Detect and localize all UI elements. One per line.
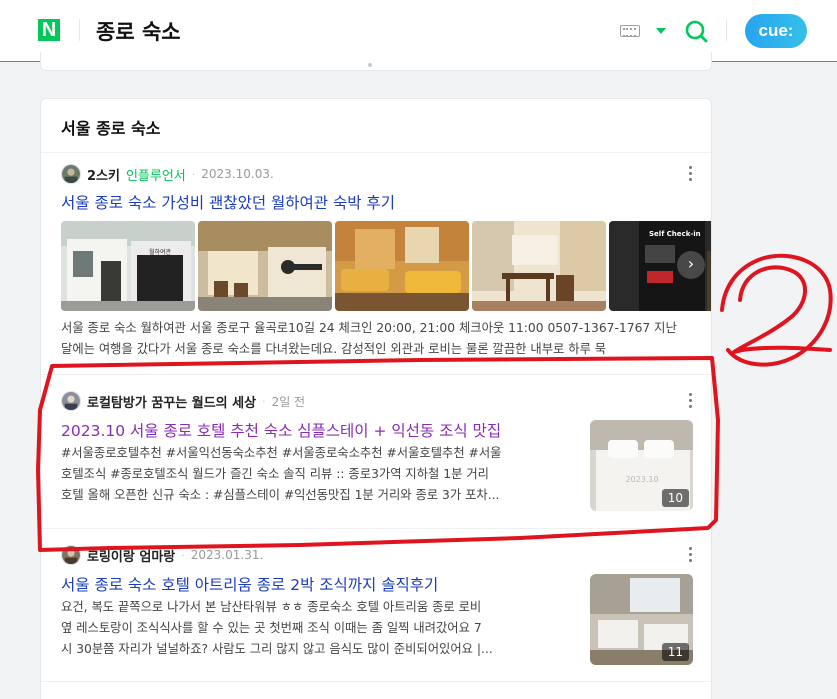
author-name[interactable]: 2스키 [87, 165, 120, 184]
post-date: 2023.10.03. [201, 167, 274, 181]
collapse-handle[interactable] [368, 63, 372, 67]
more-options-icon[interactable] [689, 547, 693, 563]
post-date: 2023.01.31. [190, 548, 264, 562]
result-item: 로컬탐방가 꿈꾸는 월드의 세상 · 2일 전 2023.10 서울 종로 호텔… [61, 391, 693, 541]
avatar[interactable] [61, 545, 81, 565]
avatar[interactable] [61, 391, 81, 411]
result-description[interactable]: #서울종로호텔추천 #서울익선동숙소추천 #서울종로숙소추천 #서울호텔추천 #… [61, 443, 543, 506]
photo-count: 10 [661, 489, 689, 507]
author-name[interactable]: 로컬탐방가 꿈꾸는 월드의 세상 [87, 392, 256, 411]
desc-line: 호텔조식 #종로호텔조식 월드가 즐긴 숙소 솔직 리뷰 :: 종로3가역 지하… [61, 467, 489, 481]
desc-line: 달에는 여행을 갔다가 서울 종로 숙소를 다녀왔는데요. 감성적인 외관과 로… [61, 342, 607, 356]
result-title[interactable]: 서울 종로 숙소 가성비 괜찮았던 월하여관 숙박 후기 [61, 191, 395, 213]
desc-line: 서울 종로 숙소 월하여관 서울 종로구 율곡로10길 24 체크인 20:00… [61, 321, 677, 335]
more-options-icon[interactable] [689, 166, 693, 182]
divider [41, 528, 711, 529]
desc-line: #서울종로호텔추천 #서울익선동숙소추천 #서울종로숙소추천 #서울호텔추천 #… [61, 446, 502, 460]
watermark: 2023.10 [625, 475, 658, 484]
result-description[interactable]: 요건, 복도 끝쪽으로 나가서 본 남산타워뷰 ㅎㅎ 종로숙소 호텔 아트리움 … [61, 597, 543, 660]
divider [41, 374, 711, 375]
image-carousel[interactable]: 월하여관 Self Check-in [61, 221, 711, 311]
photo-thumbnail[interactable] [472, 221, 606, 311]
result-description[interactable]: 서울 종로 숙소 월하여관 서울 종로구 율곡로10길 24 체크인 20:00… [61, 318, 693, 360]
cue-button[interactable]: cue: [745, 14, 807, 48]
desc-line: 옆 레스토랑이 조식식사를 할 수 있는 곳 첫번째 조식 이때는 좀 일찍 내… [61, 621, 482, 635]
author-row: 2스키 인플루언서 · 2023.10.03. [61, 164, 274, 184]
result-desc-wrap: 서울 종로 숙소 월하여관 서울 종로구 율곡로10길 24 체크인 20:00… [61, 318, 693, 363]
keyboard-icon[interactable] [620, 25, 640, 37]
header-divider [79, 19, 80, 41]
annotation-circle [720, 253, 833, 367]
author-row: 로링이랑 엄마랑 · 2023.01.31. [61, 545, 263, 565]
search-icon[interactable] [684, 19, 708, 43]
post-thumbnail[interactable]: 11 [590, 574, 693, 665]
post-date: 2일 전 [271, 394, 306, 409]
divider [41, 152, 711, 153]
section-title: 서울 종로 숙소 [61, 119, 161, 138]
header-divider [726, 19, 727, 41]
photo-count: 11 [661, 643, 689, 661]
caret-down-icon[interactable] [656, 28, 666, 34]
desc-line: 요건, 복도 끝쪽으로 나가서 본 남산타워뷰 ㅎㅎ 종로숙소 호텔 아트리움 … [61, 600, 482, 614]
next-arrow-button[interactable]: › [677, 251, 705, 279]
post-thumbnail[interactable]: 2023.10 10 [590, 420, 693, 511]
previous-card [40, 52, 712, 71]
photo-thumbnail[interactable]: 월하여관 [61, 221, 195, 311]
blog-results-card: 서울 종로 숙소 2스키 인플루언서 · 2023.10.03. 서울 종로 숙… [40, 98, 712, 699]
separator-dot: · [191, 167, 196, 181]
separator-dot: · [181, 548, 185, 562]
author-row: 로컬탐방가 꿈꾸는 월드의 세상 · 2일 전 [61, 391, 305, 411]
sign-text: 월하여관 [149, 248, 172, 256]
photo-thumbnail[interactable] [335, 221, 469, 311]
result-title[interactable]: 2023.10 서울 종로 호텔 추천 숙소 심플스테이 + 익선동 조식 맛집 [61, 419, 501, 441]
desc-line: 호텔 올해 오픈한 신규 숙소 : #심플스테이 #익선동맛집 1분 거리와 종… [61, 488, 500, 502]
separator-dot: · [262, 394, 266, 408]
author-name[interactable]: 로링이랑 엄마랑 [87, 546, 175, 565]
more-options-icon[interactable] [689, 393, 693, 409]
result-title[interactable]: 서울 종로 숙소 호텔 아트리움 종로 2박 조식까지 솔직후기 [61, 573, 438, 595]
divider [41, 681, 711, 682]
annotation-mark-2 [732, 265, 832, 354]
search-query[interactable]: 종로 숙소 [96, 16, 181, 46]
influencer-badge[interactable]: 인플루언서 [126, 165, 186, 184]
desc-line: 시 30분쯤 자리가 널널하죠? 사람도 그리 많지 않고 음식도 많이 준비되… [61, 642, 493, 656]
avatar[interactable] [61, 164, 81, 184]
sign-text: Self Check-in [649, 230, 701, 238]
naver-logo[interactable]: N [38, 19, 60, 41]
photo-thumbnail[interactable] [198, 221, 332, 311]
result-item: 로링이랑 엄마랑 · 2023.01.31. 서울 종로 숙소 호텔 아트리움 … [61, 545, 693, 695]
